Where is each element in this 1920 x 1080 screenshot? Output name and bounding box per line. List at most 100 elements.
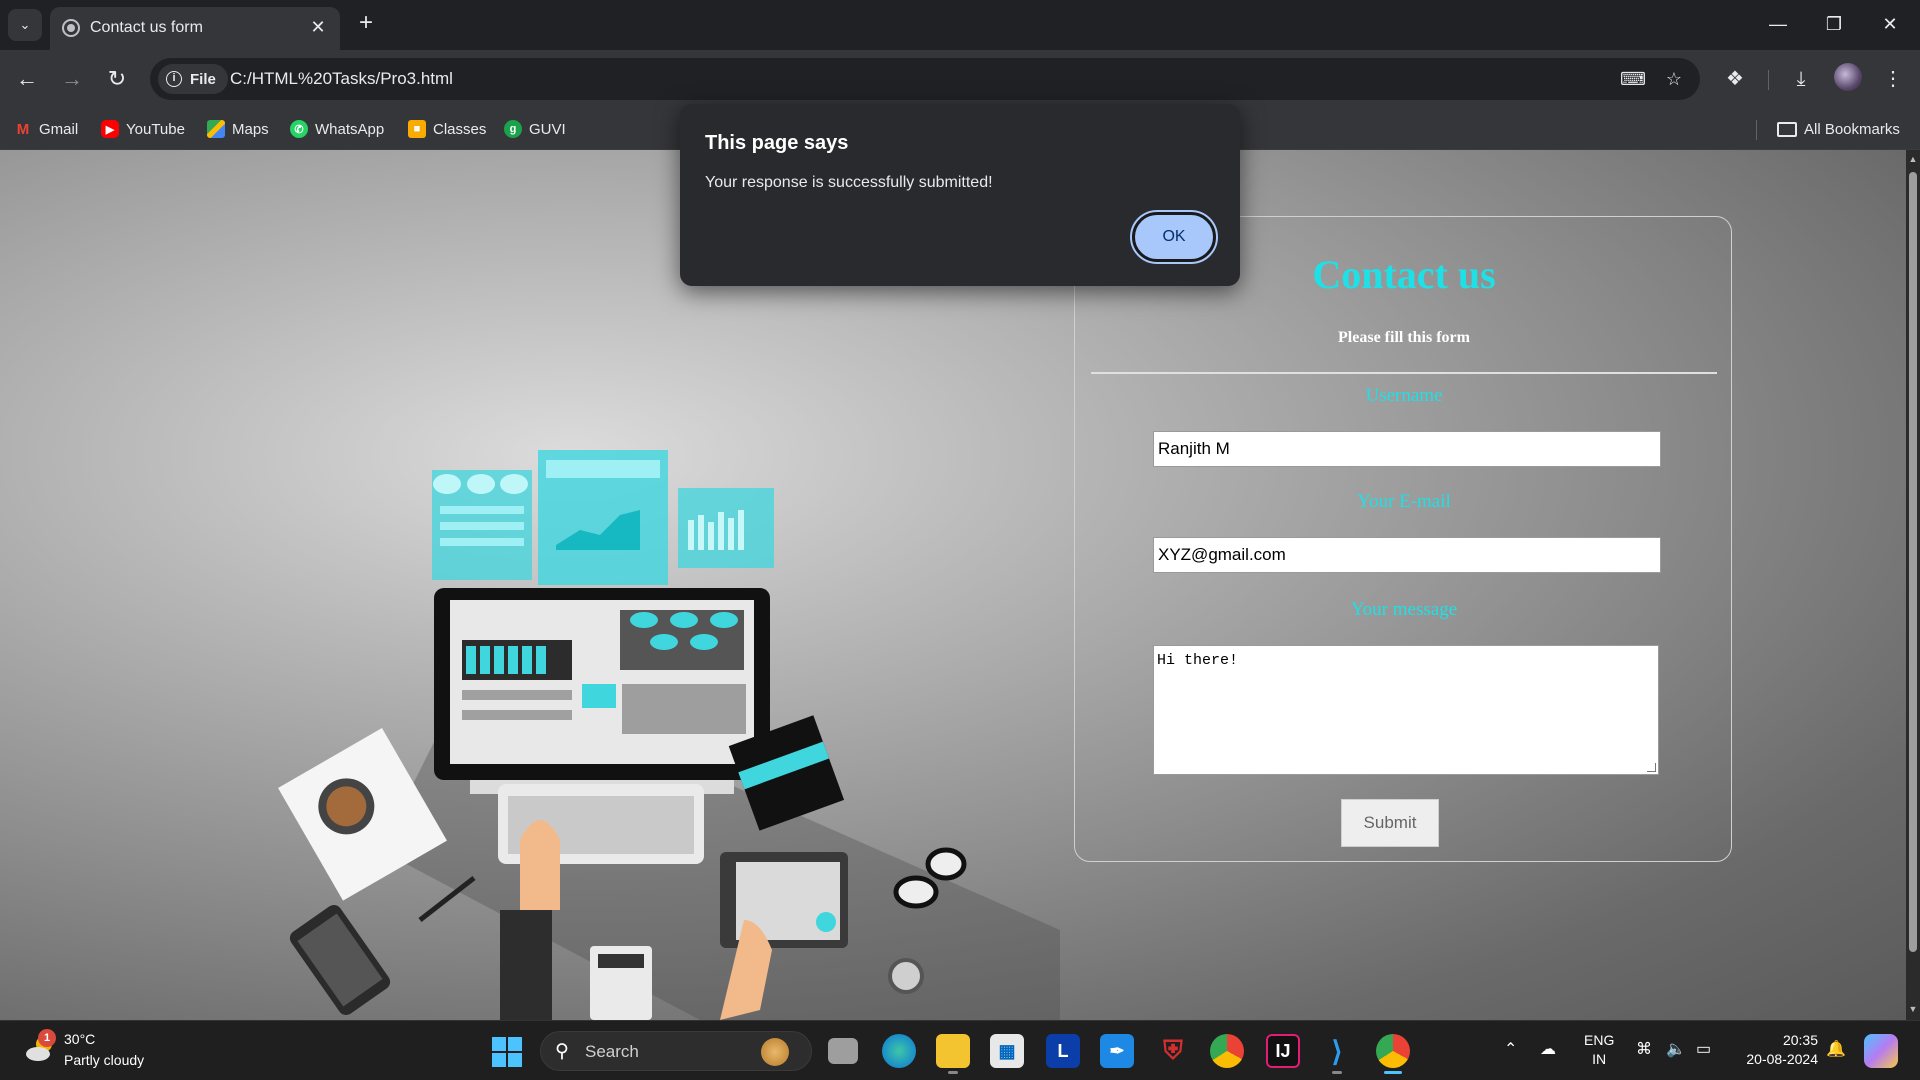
browser-toolbar: ← → ↻ i File C:/HTML%20Tasks/Pro3.html ⌨… xyxy=(0,50,1920,108)
scroll-up-icon[interactable]: ▲ xyxy=(1908,154,1918,164)
region-code: IN xyxy=(1592,1051,1607,1067)
bookmark-label: YouTube xyxy=(126,120,185,138)
tab-search-button[interactable]: ⌄ xyxy=(8,9,42,41)
bookmark-youtube[interactable]: ▶ YouTube xyxy=(101,116,185,142)
all-bookmarks-label: All Bookmarks xyxy=(1804,120,1900,138)
intellij-icon[interactable]: IJ xyxy=(1266,1034,1300,1068)
bookmark-label: Gmail xyxy=(39,120,79,138)
globe-icon xyxy=(62,19,80,37)
restore-button[interactable]: ❐ xyxy=(1814,8,1854,40)
mcafee-icon[interactable]: ⛨ xyxy=(1156,1034,1190,1068)
weather-badge: 1 xyxy=(38,1029,56,1047)
translate-icon[interactable]: ⌨ xyxy=(1620,67,1646,91)
task-view-icon[interactable] xyxy=(828,1038,858,1064)
pen-app-icon[interactable]: ✒ xyxy=(1100,1034,1134,1068)
start-button[interactable] xyxy=(492,1037,522,1067)
search-label: Search xyxy=(585,1042,639,1061)
app-running-dot xyxy=(948,1071,958,1074)
form-subtitle: Please fill this form xyxy=(1338,329,1470,346)
folder-icon xyxy=(1777,121,1797,137)
windows-logo-pane xyxy=(508,1053,522,1067)
star-icon[interactable]: ☆ xyxy=(1662,67,1686,91)
url-text[interactable]: C:/HTML%20Tasks/Pro3.html xyxy=(230,69,453,89)
vscode-icon[interactable]: ⟩ xyxy=(1320,1034,1354,1074)
bookmark-label: GUVI xyxy=(529,120,566,138)
hologram-screens xyxy=(432,450,774,585)
bookmark-label: Classes xyxy=(433,120,487,138)
resize-grip-icon[interactable] xyxy=(1647,763,1656,772)
language-indicator[interactable]: ENG IN xyxy=(1584,1031,1614,1069)
ok-button[interactable]: OK xyxy=(1130,210,1218,264)
address-bar[interactable]: i File C:/HTML%20Tasks/Pro3.html ⌨ ☆ xyxy=(150,58,1700,100)
more-icon[interactable]: ⋮ xyxy=(1876,62,1910,96)
dialog-message: Your response is successfully submitted! xyxy=(705,174,993,191)
message-label: Your message xyxy=(1350,599,1458,620)
search-icon: ⚲ xyxy=(555,1041,569,1062)
notification-bell-icon[interactable]: 🔔 xyxy=(1826,1039,1846,1059)
toolbar-divider xyxy=(1768,70,1769,90)
all-bookmarks-button[interactable]: All Bookmarks xyxy=(1777,116,1900,142)
window-close-button[interactable]: ✕ xyxy=(1870,8,1910,40)
file-explorer-icon[interactable] xyxy=(936,1034,970,1074)
wifi-icon[interactable]: ⌘ xyxy=(1636,1039,1652,1059)
volume-icon[interactable]: 🔈 xyxy=(1666,1039,1686,1059)
form-divider xyxy=(1091,372,1717,374)
app-active-dot xyxy=(1384,1071,1402,1074)
windows-logo-pane xyxy=(492,1037,506,1051)
submit-button[interactable]: Submit xyxy=(1341,799,1439,847)
profile-avatar[interactable] xyxy=(1834,63,1862,91)
username-input[interactable]: Ranjith M xyxy=(1153,431,1661,467)
taskbar-search[interactable]: ⚲ Search xyxy=(540,1031,812,1071)
username-label: Username xyxy=(1365,385,1443,406)
browser-tab[interactable]: Contact us form ✕ xyxy=(50,7,340,50)
back-icon[interactable]: ← xyxy=(10,62,44,96)
message-text: Hi there! xyxy=(1157,652,1239,669)
email-label: Your E-mail xyxy=(1357,491,1451,512)
chevron-up-icon[interactable]: ⌃ xyxy=(1504,1039,1517,1059)
chrome-profile-icon[interactable] xyxy=(1376,1034,1410,1074)
bookmark-maps[interactable]: Maps xyxy=(207,116,269,142)
left-hand xyxy=(520,820,560,910)
copilot-icon[interactable] xyxy=(1864,1034,1898,1068)
bookmark-whatsapp[interactable]: ✆ WhatsApp xyxy=(290,116,384,142)
edge-icon[interactable] xyxy=(882,1034,916,1068)
tab-strip: ⌄ Contact us form ✕ + — ❐ ✕ xyxy=(0,0,1920,50)
chrome-icon[interactable] xyxy=(1210,1034,1244,1068)
l-app-icon[interactable]: L xyxy=(1046,1034,1080,1068)
coffee-paper xyxy=(278,728,447,901)
bookmark-label: Maps xyxy=(232,120,269,138)
minimize-button[interactable]: — xyxy=(1758,8,1798,40)
alert-dialog: This page says Your response is successf… xyxy=(680,104,1240,286)
store-icon[interactable]: ▦ xyxy=(990,1034,1024,1068)
bookmark-guvi[interactable]: g GUVI xyxy=(504,116,566,142)
close-icon[interactable]: ✕ xyxy=(306,15,330,39)
scroll-down-icon[interactable]: ▼ xyxy=(1908,1004,1918,1014)
site-info-chip[interactable]: i File xyxy=(158,64,228,94)
weather-description[interactable]: Partly cloudy xyxy=(64,1052,144,1068)
whatsapp-icon: ✆ xyxy=(290,120,308,138)
app-running-dot xyxy=(1332,1071,1342,1074)
gmail-icon: M xyxy=(16,120,30,138)
page-scrollbar[interactable]: ▲ ▼ xyxy=(1906,150,1920,1020)
weather-temperature[interactable]: 30°C xyxy=(64,1031,95,1047)
bookmark-gmail[interactable]: M Gmail xyxy=(14,116,78,142)
onedrive-icon[interactable]: ☁ xyxy=(1540,1039,1556,1059)
scroll-thumb[interactable] xyxy=(1909,172,1917,952)
watch xyxy=(888,958,924,994)
windows-logo-pane xyxy=(508,1037,522,1051)
new-tab-button[interactable]: + xyxy=(352,10,380,38)
extensions-icon[interactable]: ❖ xyxy=(1718,62,1752,96)
download-icon[interactable]: ⤓ xyxy=(1784,62,1818,96)
guvi-icon: g xyxy=(504,120,522,138)
forward-icon[interactable]: → xyxy=(55,62,89,96)
bookmarks-divider xyxy=(1756,120,1757,140)
classroom-icon: ■ xyxy=(408,120,426,138)
message-textarea[interactable]: Hi there! xyxy=(1153,645,1659,775)
email-input[interactable]: XYZ@gmail.com xyxy=(1153,537,1661,573)
youtube-icon: ▶ xyxy=(101,120,119,138)
system-clock[interactable]: 20:35 20-08-2024 xyxy=(1738,1031,1818,1069)
reload-icon[interactable]: ↻ xyxy=(100,62,134,96)
windows-logo-pane xyxy=(492,1053,506,1067)
bookmark-classes[interactable]: ■ Classes xyxy=(408,116,486,142)
battery-icon[interactable]: ▭ xyxy=(1696,1039,1711,1059)
